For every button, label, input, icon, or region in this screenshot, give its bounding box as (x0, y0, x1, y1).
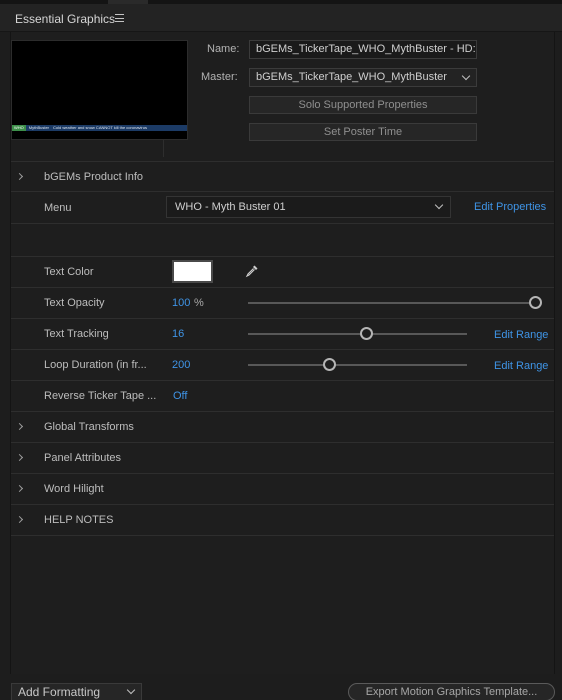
loop-duration-value[interactable]: 200 (172, 359, 190, 371)
header-divider (163, 140, 164, 157)
chevron-right-icon[interactable] (15, 515, 24, 524)
property-row-reverse-ticker: Reverse Ticker Tape ... (11, 380, 554, 411)
text-tracking-value[interactable]: 16 (172, 328, 184, 340)
spacer-row (11, 223, 554, 256)
menu-select-value: WHO - Myth Buster 01 (175, 201, 286, 213)
menu-label: Menu (44, 202, 72, 214)
rows-end-divider (11, 535, 554, 536)
set-poster-time-button[interactable]: Set Poster Time (249, 123, 477, 141)
loop-duration-slider-track[interactable] (248, 364, 467, 366)
loop-duration-slider-knob[interactable] (323, 358, 336, 371)
group-row-word-hilight[interactable]: Word Hilight (11, 473, 554, 504)
text-color-swatch[interactable] (172, 260, 213, 283)
eyedropper-icon[interactable] (245, 264, 259, 278)
text-opacity-value[interactable]: 100 (172, 297, 190, 309)
master-select-value: bGEMs_TickerTape_WHO_MythBuster (256, 71, 447, 83)
master-label: Master: (201, 71, 238, 83)
text-opacity-slider-knob[interactable] (529, 296, 542, 309)
text-opacity-unit: % (194, 297, 204, 309)
name-input[interactable]: bGEMs_TickerTape_WHO_MythBuster - HD: (249, 40, 477, 59)
chevron-down-icon (126, 685, 136, 695)
chevron-right-icon[interactable] (15, 422, 24, 431)
chevron-down-icon (461, 71, 471, 81)
chevron-right-icon[interactable] (15, 172, 24, 181)
text-tracking-label: Text Tracking (44, 328, 109, 340)
ticker-segment-who: WHO (12, 125, 26, 131)
product-info-label: bGEMs Product Info (44, 171, 144, 183)
chevron-down-icon (434, 200, 444, 210)
reverse-ticker-toggle[interactable]: Off (173, 390, 187, 402)
chevron-right-icon[interactable] (15, 484, 24, 493)
reverse-ticker-label: Reverse Ticker Tape ... (44, 390, 157, 402)
menu-select[interactable]: WHO - Myth Buster 01 (166, 196, 451, 218)
master-select[interactable]: bGEMs_TickerTape_WHO_MythBuster (249, 68, 477, 87)
group-row-global-transforms[interactable]: Global Transforms (11, 411, 554, 442)
panel-header: Essential Graphics (0, 4, 562, 32)
help-notes-label: HELP NOTES (44, 514, 114, 526)
export-motion-graphics-template-button[interactable]: Export Motion Graphics Template... (348, 683, 555, 700)
loop-duration-edit-range-link[interactable]: Edit Range (494, 360, 548, 372)
word-hilight-label: Word Hilight (44, 483, 104, 495)
text-color-label: Text Color (44, 266, 94, 278)
text-opacity-slider-track[interactable] (248, 302, 535, 304)
global-transforms-label: Global Transforms (44, 421, 134, 433)
solo-supported-properties-button[interactable]: Solo Supported Properties (249, 96, 477, 114)
preview-thumbnail: WHO MythBuster Cold weather and snow CANNO… (11, 40, 188, 140)
edit-properties-link[interactable]: Edit Properties (474, 201, 546, 213)
panel-attributes-label: Panel Attributes (44, 452, 122, 464)
ticker-tape-preview: WHO MythBuster Cold weather and snow CANNO… (12, 125, 187, 131)
add-formatting-label: Add Formatting (18, 685, 101, 699)
text-tracking-edit-range-link[interactable]: Edit Range (494, 329, 548, 341)
group-row-panel-attributes[interactable]: Panel Attributes (11, 442, 554, 473)
text-tracking-slider-track[interactable] (248, 333, 467, 335)
group-row-help-notes[interactable]: HELP NOTES (11, 504, 554, 535)
panel-title[interactable]: Essential Graphics (15, 12, 115, 26)
name-label: Name: (207, 43, 240, 55)
ticker-segment-message: Cold weather and snow CANNOT kill the co… (53, 125, 147, 130)
hamburger-menu-icon[interactable] (115, 14, 124, 22)
group-row-product-info[interactable]: bGEMs Product Info (11, 161, 554, 191)
property-row-text-color: Text Color (11, 256, 554, 287)
chevron-right-icon[interactable] (15, 453, 24, 462)
ticker-segment-mythbuster: MythBuster (28, 125, 50, 130)
text-opacity-label: Text Opacity (44, 297, 105, 309)
add-formatting-dropdown[interactable]: Add Formatting (11, 683, 142, 700)
loop-duration-label: Loop Duration (in fr... (44, 359, 147, 371)
text-tracking-slider-knob[interactable] (360, 327, 373, 340)
